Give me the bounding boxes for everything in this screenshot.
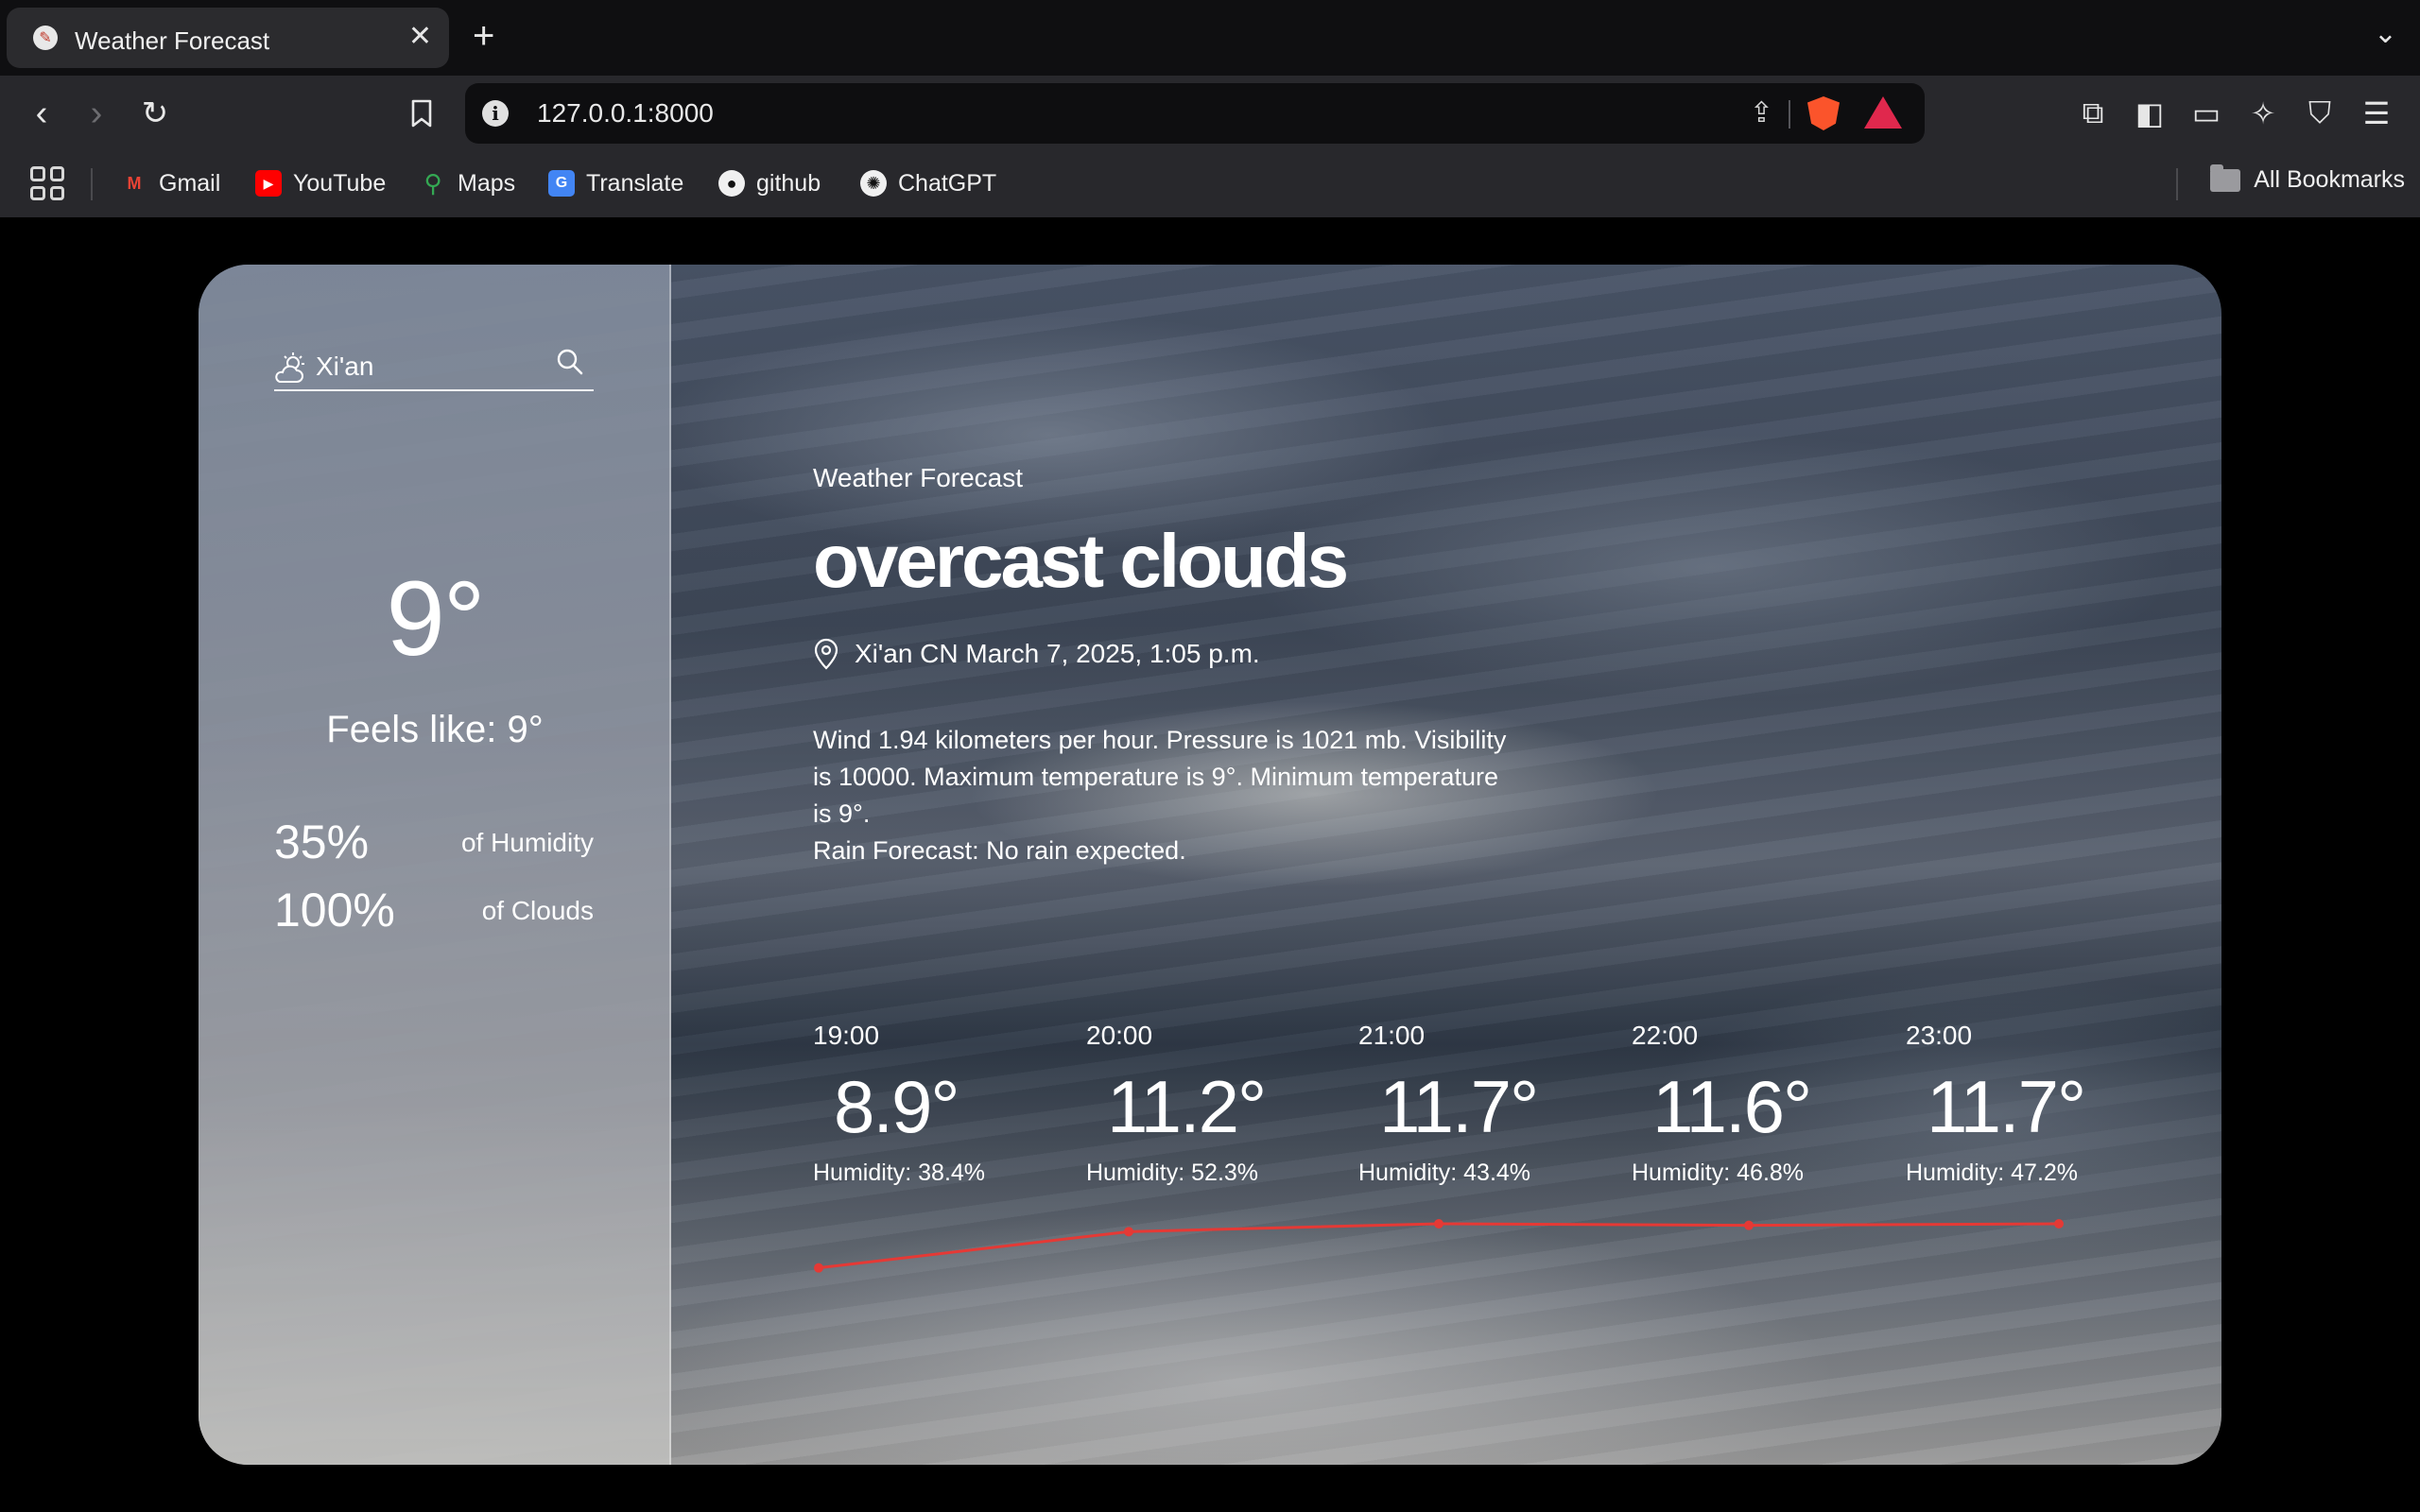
- gmail-icon: M: [127, 173, 142, 193]
- all-bookmarks-button[interactable]: All Bookmarks: [2210, 163, 2405, 194]
- trend-point: [2054, 1219, 2064, 1228]
- apps-grid-icon[interactable]: [30, 166, 64, 200]
- city-search-form: Xi'an: [274, 338, 594, 391]
- bookmark-label: YouTube: [293, 169, 387, 197]
- all-bookmarks-label: All Bookmarks: [2254, 166, 2405, 193]
- new-tab-button[interactable]: +: [473, 15, 494, 57]
- weather-sidebar: Xi'an 9° Feels like: 9° 35% of Humidity …: [199, 265, 671, 1465]
- trend-point: [1434, 1219, 1443, 1228]
- forward-button[interactable]: ›: [74, 91, 119, 136]
- clouds-stat: 100% of Clouds: [274, 883, 594, 939]
- tab-favicon-icon: ✎: [33, 26, 58, 50]
- youtube-icon: ▶: [255, 170, 282, 197]
- clouds-label: of Clouds: [481, 896, 594, 925]
- bookmark-label: Gmail: [159, 169, 221, 197]
- temperature-trend-chart: [814, 1219, 2064, 1273]
- city-search-input[interactable]: Xi'an: [316, 352, 373, 382]
- bookmark-page-icon[interactable]: [399, 91, 444, 136]
- humidity-stat: 35% of Humidity: [274, 815, 594, 871]
- bookmark-label: Maps: [458, 169, 516, 197]
- humidity-value: 35%: [274, 816, 370, 868]
- sidebar-toggle-icon[interactable]: ◧: [2129, 93, 2170, 134]
- bookmark-chatgpt[interactable]: ✺ ChatGPT: [860, 166, 996, 200]
- main-menu-icon[interactable]: ☰: [2356, 93, 2397, 134]
- tab-strip: ✎ Weather Forecast ✕ + ⌄: [0, 0, 2420, 76]
- back-button[interactable]: ‹: [19, 91, 64, 136]
- brave-rewards-icon[interactable]: [1864, 96, 1902, 129]
- tab-title: Weather Forecast: [75, 26, 270, 55]
- leo-ai-icon[interactable]: ✧: [2242, 93, 2284, 134]
- trend-line: [818, 1222, 2060, 1270]
- active-tab[interactable]: ✎ Weather Forecast ✕: [7, 8, 449, 68]
- bookmark-label: ChatGPT: [898, 169, 997, 197]
- bookmark-youtube[interactable]: ▶ YouTube: [255, 166, 386, 200]
- trend-point: [1124, 1227, 1133, 1237]
- vpn-shield-icon[interactable]: ⛉: [2299, 93, 2341, 134]
- share-icon[interactable]: ⇪: [1750, 96, 1773, 129]
- bookmarks-right-divider: [2176, 168, 2178, 200]
- page-viewport: Xi'an 9° Feels like: 9° 35% of Humidity …: [0, 217, 2420, 1512]
- bookmark-translate[interactable]: G Translate: [548, 166, 683, 200]
- weather-card: Xi'an 9° Feels like: 9° 35% of Humidity …: [199, 265, 2221, 1465]
- brave-shields-icon[interactable]: [1807, 96, 1840, 130]
- trend-point: [814, 1263, 823, 1273]
- github-icon: ●: [718, 170, 745, 197]
- reload-button[interactable]: ↻: [132, 91, 178, 136]
- bookmark-maps[interactable]: ⚲ Maps: [420, 166, 515, 200]
- bookmarks-bar: M Gmail ▶ YouTube ⚲ Maps G Translate ● g…: [0, 151, 2420, 217]
- humidity-label: of Humidity: [460, 828, 594, 857]
- translate-icon: G: [548, 170, 575, 197]
- folder-icon: [2210, 163, 2241, 192]
- browser-toolbar: ‹ › ↻ i 127.0.0.1:8000 ⇪ ⧉ ◧ ▭ ✧ ⛉ ☰: [0, 76, 2420, 151]
- current-temperature: 9°: [386, 559, 485, 678]
- tab-close-icon[interactable]: ✕: [408, 21, 432, 53]
- bookmark-gmail[interactable]: M Gmail: [121, 166, 221, 200]
- site-info-icon[interactable]: i: [482, 100, 509, 127]
- extensions-icon[interactable]: ⧉: [2072, 93, 2114, 134]
- bookmark-label: Translate: [586, 169, 684, 197]
- bookmark-github[interactable]: ● github: [718, 166, 821, 200]
- maps-pin-icon: ⚲: [424, 168, 442, 198]
- trend-point: [1744, 1220, 1754, 1230]
- bookmarks-divider: [91, 168, 93, 200]
- search-icon[interactable]: [554, 346, 586, 378]
- url-text[interactable]: 127.0.0.1:8000: [537, 98, 714, 129]
- partly-cloudy-icon: [275, 352, 304, 383]
- feels-like: Feels like: 9°: [326, 709, 544, 750]
- address-bar[interactable]: i 127.0.0.1:8000 ⇪: [465, 83, 1925, 144]
- omnibox-divider: [1789, 100, 1790, 129]
- bookmark-label: github: [756, 169, 821, 197]
- clouds-value: 100%: [274, 884, 395, 936]
- weather-main: Weather Forecast overcast clouds Xi'an C…: [671, 265, 2221, 1465]
- chatgpt-icon: ✺: [860, 170, 887, 197]
- tab-list-chevron-icon[interactable]: ⌄: [2374, 17, 2397, 50]
- wallet-icon[interactable]: ▭: [2186, 93, 2227, 134]
